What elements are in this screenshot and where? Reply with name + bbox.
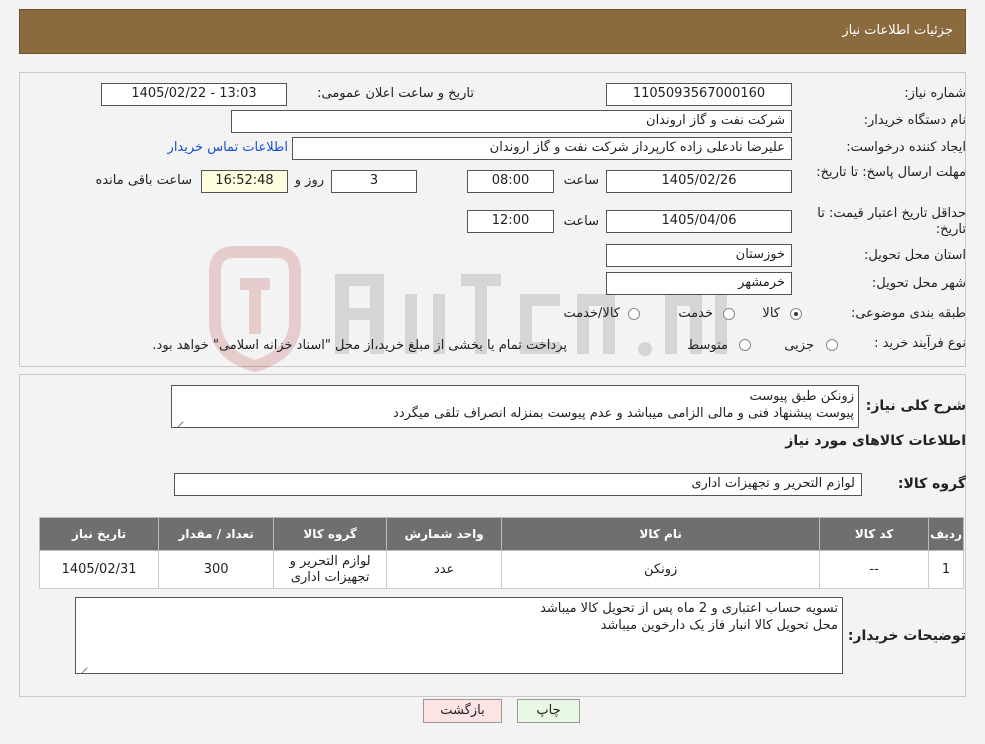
cell-quantity: 300 bbox=[158, 550, 275, 589]
process-option-medium: متوسط bbox=[687, 338, 728, 353]
buyer-contact-link[interactable]: اطلاعات تماس خریدار bbox=[168, 140, 288, 155]
goods-table: ردیف کد کالا نام کالا واحد شمارش گروه کا… bbox=[38, 517, 964, 589]
days-label: روز و bbox=[294, 173, 324, 188]
cell-code: -- bbox=[819, 550, 930, 589]
category-option-goods: کالا bbox=[762, 306, 780, 321]
description-line-2: پیوست پیشنهاد فنی و مالی الزامی میباشد و… bbox=[393, 406, 854, 421]
category-radio-service[interactable] bbox=[723, 308, 735, 320]
category-radio-goods[interactable] bbox=[790, 308, 802, 320]
buyer-notes-label: توضیحات خریدار: bbox=[847, 628, 966, 644]
cell-unit: عدد bbox=[386, 550, 503, 589]
category-label: طبقه بندی موضوعی: bbox=[850, 306, 966, 321]
description-line-1: زونکن طبق پیوست bbox=[749, 389, 854, 404]
description-textarea: زونکن طبق پیوست پیوست پیشنهاد فنی و مالی… bbox=[171, 385, 859, 428]
goods-group-field: لوازم التحریر و تجهیزات اداری bbox=[174, 473, 862, 496]
process-option-minor: جزیی bbox=[784, 338, 814, 353]
city-label: شهر محل تحویل: bbox=[871, 276, 966, 291]
col-group: گروه کالا bbox=[273, 517, 388, 551]
table-row: 1 -- زونکن عدد لوازم التحریر و تجهیزات ا… bbox=[38, 550, 964, 589]
days-field: 3 bbox=[331, 170, 417, 193]
creator-label: ایجاد کننده درخواست: bbox=[846, 140, 966, 155]
col-code: کد کالا bbox=[819, 517, 930, 551]
page-header: جزئیات اطلاعات نیاز bbox=[19, 9, 966, 54]
buyer-notes-line-2: محل تحویل کالا انبار فاز یک دارخوین میبا… bbox=[600, 618, 838, 633]
cell-group: لوازم التحریر و تجهیزات اداری bbox=[273, 550, 388, 589]
province-field: خوزستان bbox=[606, 244, 792, 267]
process-note: پرداخت تمام یا بخشی از مبلغ خرید،از محل … bbox=[152, 338, 567, 353]
print-button[interactable]: چاپ bbox=[517, 699, 580, 723]
announce-field: 1405/02/22 - 13:03 bbox=[101, 83, 287, 106]
buyer-notes-line-1: تسویه حساب اعتباری و 2 ماه پس از تحویل ک… bbox=[540, 601, 838, 616]
creator-field: علیرضا نادعلی زاده کارپرداز شرکت نفت و گ… bbox=[292, 137, 792, 160]
page-title: جزئیات اطلاعات نیاز bbox=[842, 23, 953, 38]
validity-time-label: ساعت bbox=[563, 214, 599, 229]
deadline-label: مهلت ارسال پاسخ: تا تاریخ: bbox=[816, 165, 966, 180]
buyer-label: نام دستگاه خریدار: bbox=[863, 113, 966, 128]
col-unit: واحد شمارش bbox=[386, 517, 503, 551]
col-name: نام کالا bbox=[501, 517, 821, 551]
deadline-time-field: 08:00 bbox=[467, 170, 554, 193]
city-field: خرمشهر bbox=[606, 272, 792, 295]
table-header-row: ردیف کد کالا نام کالا واحد شمارش گروه کا… bbox=[38, 517, 964, 551]
cell-name: زونکن bbox=[501, 550, 821, 589]
validity-time-field: 12:00 bbox=[467, 210, 554, 233]
deadline-date-field: 1405/02/26 bbox=[606, 170, 792, 193]
remaining-time-label: ساعت باقی مانده bbox=[95, 173, 192, 188]
col-row: ردیف bbox=[928, 517, 964, 551]
back-button[interactable]: بازگشت bbox=[423, 699, 502, 723]
need-number-field: 1105093567000160 bbox=[606, 83, 792, 106]
resize-handle-icon[interactable] bbox=[76, 662, 88, 674]
deadline-time-label: ساعت bbox=[563, 173, 599, 188]
buyer-notes-textarea: تسویه حساب اعتباری و 2 ماه پس از تحویل ک… bbox=[75, 597, 843, 674]
category-radio-goods-service[interactable] bbox=[628, 308, 640, 320]
remaining-time-field: 16:52:48 bbox=[201, 170, 288, 193]
goods-group-label: گروه کالا: bbox=[897, 476, 966, 492]
need-number-label: شماره نیاز: bbox=[904, 86, 966, 101]
province-label: استان محل تحویل: bbox=[864, 248, 966, 263]
validity-date-field: 1405/04/06 bbox=[606, 210, 792, 233]
category-option-service: خدمت bbox=[678, 306, 713, 321]
process-radio-medium[interactable] bbox=[739, 339, 751, 351]
validity-label: حداقل تاریخ اعتبار قیمت: تا تاریخ: bbox=[817, 206, 966, 237]
buyer-field: شرکت نفت و گاز اروندان bbox=[231, 110, 792, 133]
col-need-date: تاریخ نیاز bbox=[38, 517, 160, 551]
announce-label: تاریخ و ساعت اعلان عمومی: bbox=[317, 86, 474, 101]
description-label: شرح کلی نیاز: bbox=[865, 398, 966, 414]
process-radio-minor[interactable] bbox=[826, 339, 838, 351]
goods-info-title: اطلاعات کالاهای مورد نیاز bbox=[785, 433, 966, 449]
process-label: نوع فرآیند خرید : bbox=[874, 336, 966, 351]
category-option-goods-service: کالا/خدمت bbox=[563, 306, 620, 321]
col-quantity: تعداد / مقدار bbox=[158, 517, 275, 551]
cell-need-date: 1405/02/31 bbox=[38, 550, 160, 589]
cell-row: 1 bbox=[928, 550, 964, 589]
